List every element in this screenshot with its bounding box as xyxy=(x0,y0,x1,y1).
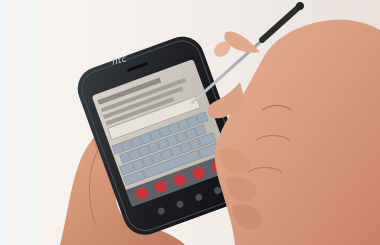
photo-scene: htc xyxy=(0,0,380,245)
photo-illustration xyxy=(0,0,380,245)
